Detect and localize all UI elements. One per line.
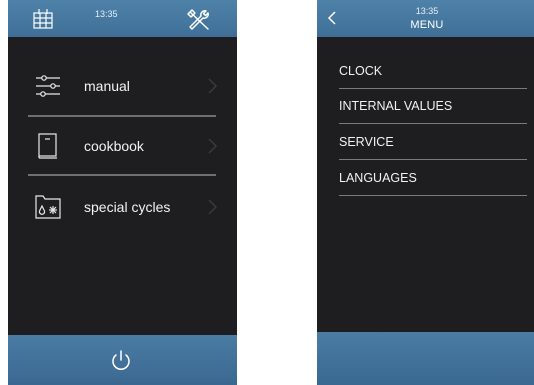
- book-icon: [38, 133, 57, 159]
- menu-item-label: SERVICE: [339, 135, 394, 149]
- menu-item-label: special cycles: [84, 199, 171, 215]
- divider: [339, 159, 527, 160]
- divider: [28, 174, 216, 176]
- clock-time: 13:35: [415, 6, 439, 16]
- menu-item-label: INTERNAL VALUES: [339, 99, 453, 113]
- folder-drop-snow-icon: [35, 195, 61, 219]
- top-bar: 13:35 MENU: [317, 0, 534, 37]
- divider: [339, 88, 527, 89]
- power-icon[interactable]: [108, 348, 134, 374]
- menu-item-label: CLOCK: [339, 64, 383, 78]
- page-title: MENU: [410, 19, 444, 31]
- top-bar: 13:35: [8, 0, 237, 37]
- menu-item-internal-values[interactable]: INTERNAL VALUES: [339, 90, 527, 124]
- menu-item-clock[interactable]: CLOCK: [339, 55, 527, 89]
- chevron-right-icon: [208, 78, 218, 94]
- menu-item-label: manual: [84, 78, 130, 94]
- chevron-right-icon: [208, 199, 218, 215]
- menu-item-label: LANGUAGES: [339, 171, 417, 185]
- menu-item-languages[interactable]: LANGUAGES: [339, 162, 527, 196]
- divider: [339, 195, 527, 196]
- menu-item-cookbook[interactable]: cookbook: [8, 126, 237, 166]
- divider: [28, 115, 216, 117]
- chevron-right-icon: [208, 138, 218, 154]
- main-screen: 13:35 manual cookbook special cycles: [8, 0, 237, 385]
- calendar-icon[interactable]: [32, 8, 54, 30]
- menu-item-special-cycles[interactable]: special cycles: [8, 187, 237, 227]
- sliders-icon: [36, 75, 60, 97]
- bottom-bar: [317, 332, 534, 385]
- clock-time: 13:35: [95, 9, 118, 19]
- bottom-bar: [8, 335, 237, 385]
- divider: [339, 123, 527, 124]
- tools-icon[interactable]: [186, 8, 212, 32]
- menu-item-manual[interactable]: manual: [8, 66, 237, 106]
- menu-item-label: cookbook: [84, 138, 144, 154]
- menu-item-service[interactable]: SERVICE: [339, 126, 527, 160]
- menu-screen: 13:35 MENU CLOCK INTERNAL VALUES SERVICE…: [317, 0, 534, 385]
